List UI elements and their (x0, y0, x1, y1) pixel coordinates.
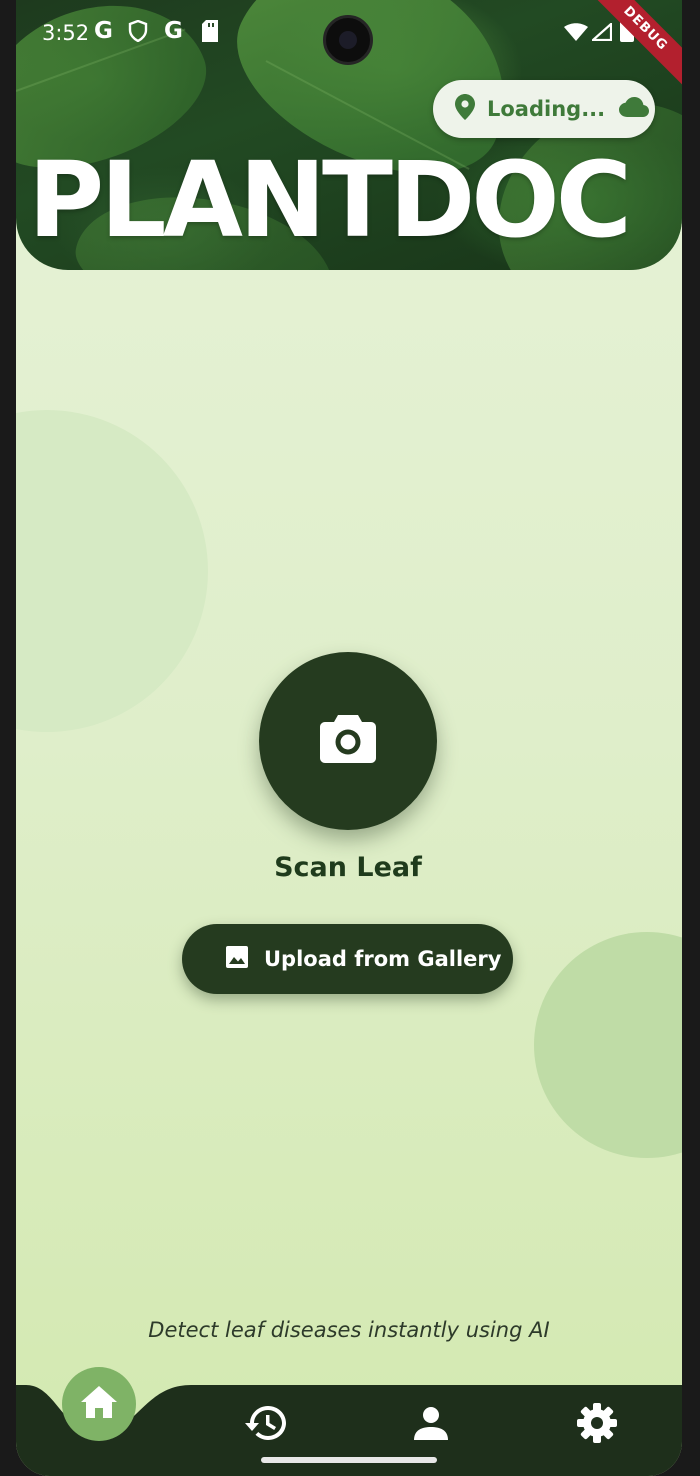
app-screen: PLANTDOC 3:52 G G DEBUG Loading... Scan … (16, 0, 682, 1476)
location-text: Loading... (487, 97, 606, 121)
history-icon (245, 1404, 287, 1446)
shield-icon (128, 19, 148, 47)
g-icon: G (164, 18, 183, 44)
location-chip[interactable]: Loading... (433, 80, 655, 138)
nav-home-button[interactable] (62, 1367, 136, 1441)
scan-leaf-button[interactable] (259, 652, 437, 830)
status-time: 3:52 (42, 21, 90, 45)
sd-card-icon (202, 20, 218, 47)
g-icon: G (94, 18, 113, 44)
decorative-circle (16, 410, 208, 732)
upload-from-gallery-button[interactable]: Upload from Gallery (182, 924, 513, 994)
wifi-icon (564, 22, 588, 46)
gear-icon (577, 1403, 617, 1447)
home-icon (81, 1386, 117, 1422)
nav-settings-button[interactable] (575, 1403, 619, 1447)
location-pin-icon (455, 94, 475, 124)
cloud-icon (619, 97, 650, 121)
image-icon (226, 946, 248, 972)
front-camera (323, 15, 373, 65)
tagline: Detect leaf diseases instantly using AI (148, 1318, 550, 1342)
upload-label: Upload from Gallery (264, 947, 502, 971)
app-title: PLANTDOC (28, 139, 632, 261)
signal-icon (590, 21, 613, 46)
decorative-circle (534, 932, 682, 1158)
person-icon (414, 1406, 448, 1444)
scan-leaf-label: Scan Leaf (274, 852, 422, 883)
nav-profile-button[interactable] (409, 1403, 453, 1447)
nav-history-button[interactable] (244, 1403, 288, 1447)
header-banner: PLANTDOC 3:52 G G DEBUG Loading... (16, 0, 682, 270)
home-indicator-bar[interactable] (261, 1457, 437, 1463)
camera-icon (320, 715, 376, 767)
